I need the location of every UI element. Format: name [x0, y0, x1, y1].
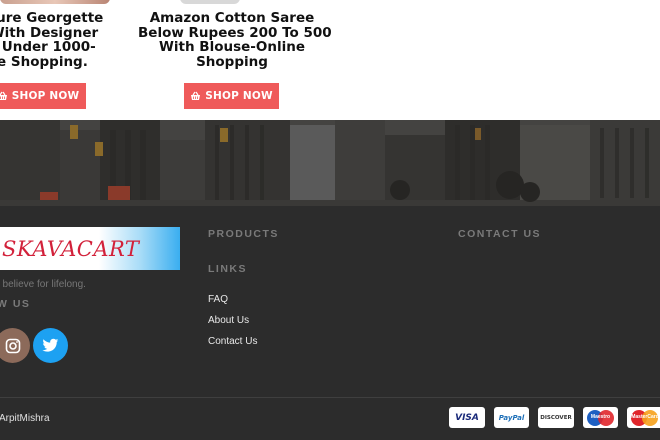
product-image[interactable]: [0, 0, 110, 4]
shop-now-label: SHOP NOW: [205, 90, 273, 102]
product-title-line: Below Rupees 200 To 500: [138, 24, 332, 41]
footer-divider: [0, 397, 660, 398]
links-heading: LINKS: [208, 263, 247, 275]
site-logo[interactable]: SKAVACART: [0, 227, 180, 270]
shop-now-button[interactable]: SHOP NOW: [184, 83, 279, 109]
product-title-line: on Pure Georgette: [0, 10, 104, 26]
maestro-card-icon: Maestro: [583, 407, 618, 428]
visa-label: VISA: [455, 412, 479, 423]
shop-now-label: SHOP NOW: [11, 90, 80, 102]
product-title-line: es With Designer: [0, 24, 99, 41]
product-title-line: use Under 1000-: [0, 39, 96, 55]
product-title-line: Shopping: [196, 53, 268, 70]
footer-link-contact-us[interactable]: Contact Us: [208, 336, 257, 347]
twitter-link[interactable]: [33, 328, 68, 363]
mastercard-label: MasterCard: [631, 413, 659, 420]
tagline: / believe for lifelong.: [0, 279, 86, 290]
footer-link-about-us[interactable]: About Us: [208, 315, 249, 326]
visa-card-icon: VISA: [449, 407, 485, 428]
paypal-label: PayPal: [498, 413, 525, 422]
twitter-icon: [42, 338, 59, 352]
basket-icon: [191, 91, 201, 100]
maestro-label: Maestro: [590, 413, 611, 420]
paypal-card-icon: PayPal: [494, 407, 529, 428]
discover-card-icon: DISCOVER: [538, 407, 574, 428]
mastercard-card-icon: MasterCard: [627, 407, 660, 428]
logo-text: SKAVACART: [2, 236, 140, 261]
city-banner: [0, 120, 660, 206]
footer-link-faq[interactable]: FAQ: [208, 294, 228, 305]
discover-label: DISCOVER: [540, 414, 572, 421]
follow-us-heading: W US: [0, 298, 31, 310]
product-title-line: line Shopping.: [0, 53, 88, 70]
instagram-link[interactable]: [0, 328, 30, 363]
instagram-icon: [5, 338, 20, 353]
city-skyline-image: [0, 120, 660, 206]
product-image[interactable]: [180, 0, 240, 4]
basket-icon: [0, 91, 7, 100]
product-title[interactable]: on Pure Georgette es With Designer use U…: [0, 11, 128, 69]
product-title[interactable]: Amazon Cotton Saree Below Rupees 200 To …: [138, 10, 332, 70]
copyright-text: ArpitMishra: [0, 413, 50, 424]
footer: SKAVACART / believe for lifelong. W US P…: [0, 206, 660, 440]
shop-now-button[interactable]: SHOP NOW: [0, 83, 86, 109]
product-title-line: Amazon Cotton Saree: [149, 10, 315, 26]
products-heading: PRODUCTS: [208, 228, 279, 240]
product-title-line: With Blouse-Online: [159, 39, 305, 55]
product-strip: on Pure Georgette es With Designer use U…: [0, 0, 660, 120]
contact-us-heading: CONTACT US: [458, 228, 542, 240]
